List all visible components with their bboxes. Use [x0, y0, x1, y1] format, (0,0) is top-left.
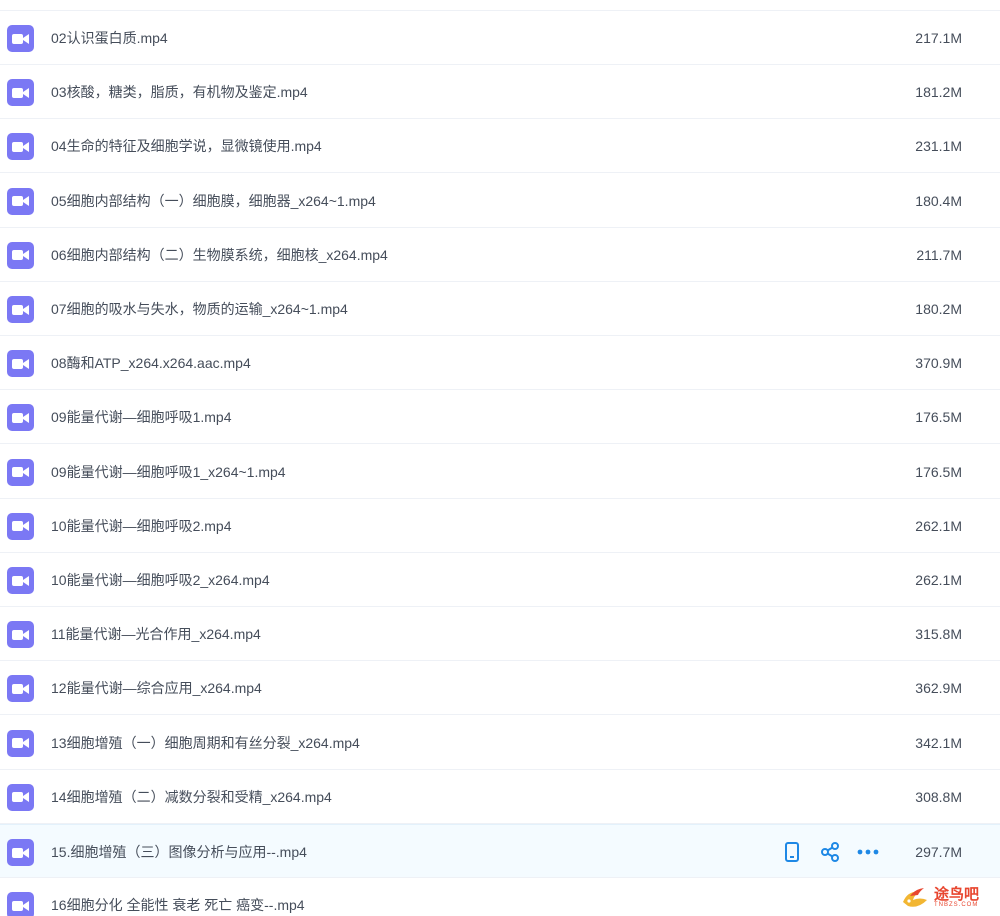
file-row[interactable]: 06细胞内部结构（二）生物膜系统，细胞核_x264.mp4 211.7M — [0, 228, 1000, 282]
file-size: 217.1M — [915, 30, 962, 46]
video-file-icon[interactable] — [7, 458, 34, 486]
file-row[interactable]: 07细胞的吸水与失水，物质的运输_x264~1.mp4 180.2M — [0, 282, 1000, 336]
file-row[interactable]: 14细胞增殖（二）减数分裂和受精_x264.mp4 308.8M — [0, 770, 1000, 824]
watermark-text: 途鸟吧 — [934, 885, 980, 903]
video-file-icon[interactable] — [7, 675, 34, 703]
file-size: 297.7M — [915, 844, 962, 860]
file-row[interactable]: 02认识蛋白质.mp4 217.1M — [0, 11, 1000, 65]
video-file-icon[interactable] — [7, 404, 34, 432]
file-size: 231.1M — [915, 138, 962, 155]
file-name[interactable]: 09能量代谢—细胞呼吸1.mp4 — [51, 390, 231, 444]
file-size: 176.5M — [915, 463, 962, 480]
watermark-logo: 途鸟吧 TNBZS.COM — [900, 878, 1000, 916]
file-size: 181.2M — [915, 84, 962, 101]
file-row[interactable]: 12能量代谢—综合应用_x264.mp4 362.9M — [0, 661, 1000, 716]
video-file-icon[interactable] — [7, 783, 34, 811]
phone-icon[interactable] — [780, 840, 804, 864]
video-file-icon[interactable] — [7, 25, 34, 52]
video-file-icon[interactable] — [7, 296, 34, 323]
file-name[interactable]: 06细胞内部结构（二）生物膜系统，细胞核_x264.mp4 — [51, 228, 388, 282]
file-name[interactable]: 14细胞增殖（二）减数分裂和受精_x264.mp4 — [51, 770, 332, 824]
watermark-subtext: TNBZS.COM — [934, 901, 979, 908]
file-name[interactable]: 03核酸，糖类，脂质，有机物及鉴定.mp4 — [51, 65, 308, 119]
file-name[interactable]: 13细胞增殖（一）细胞周期和有丝分裂_x264.mp4 — [51, 716, 360, 770]
file-name[interactable]: 05细胞内部结构（一）细胞膜，细胞器_x264~1.mp4 — [51, 174, 376, 228]
file-row[interactable]: 09能量代谢—细胞呼吸1_x264~1.mp4 176.5M — [0, 445, 1000, 499]
file-size: 180.2M — [915, 301, 962, 317]
file-name[interactable]: 11能量代谢—光合作用_x264.mp4 — [51, 607, 261, 661]
file-size: 211.7M — [916, 246, 962, 263]
file-list: 02认识蛋白质.mp4 217.1M 03核酸，糖类，脂质，有机物及鉴定.mp4… — [0, 0, 1000, 916]
file-row[interactable]: 04生命的特征及细胞学说，显微镜使用.mp4 231.1M — [0, 119, 1000, 174]
file-size: 262.1M — [915, 572, 962, 588]
file-row[interactable]: 13细胞增殖（一）细胞周期和有丝分裂_x264.mp4 342.1M — [0, 716, 1000, 770]
file-name[interactable]: 02认识蛋白质.mp4 — [51, 11, 168, 65]
video-file-icon[interactable] — [7, 79, 34, 107]
file-row[interactable]: 05细胞内部结构（一）细胞膜，细胞器_x264~1.mp4 180.4M — [0, 174, 1000, 228]
file-name[interactable]: 09能量代谢—细胞呼吸1_x264~1.mp4 — [51, 445, 286, 499]
file-size: 176.5M — [915, 409, 962, 426]
file-size: 180.4M — [915, 192, 962, 209]
file-size: 342.1M — [915, 734, 962, 751]
video-file-icon[interactable] — [7, 512, 34, 540]
file-size: 362.9M — [915, 680, 962, 697]
file-name[interactable]: 08酶和ATP_x264.x264.aac.mp4 — [51, 336, 251, 390]
file-row[interactable]: 11能量代谢—光合作用_x264.mp4 315.8M — [0, 607, 1000, 662]
bird-logo-icon — [903, 888, 927, 907]
file-row[interactable]: 09能量代谢—细胞呼吸1.mp4 176.5M — [0, 390, 1000, 445]
video-file-icon[interactable] — [7, 350, 34, 378]
file-name[interactable]: 10能量代谢—细胞呼吸2_x264.mp4 — [51, 553, 270, 607]
video-file-icon[interactable] — [7, 892, 34, 916]
file-row[interactable]: 03核酸，糖类，脂质，有机物及鉴定.mp4 181.2M — [0, 65, 1000, 120]
video-file-icon[interactable] — [7, 241, 34, 269]
file-name[interactable]: 15.细胞增殖（三）图像分析与应用--.mp4 — [51, 825, 307, 879]
file-size: 370.9M — [915, 355, 962, 372]
file-row[interactable]: 10能量代谢—细胞呼吸2_x264.mp4 262.1M — [0, 553, 1000, 607]
video-file-icon[interactable] — [7, 133, 34, 161]
file-row[interactable]: 08酶和ATP_x264.x264.aac.mp4 370.9M — [0, 336, 1000, 391]
file-size: 262.1M — [915, 517, 962, 534]
file-row[interactable]: 15.细胞增殖（三）图像分析与应用--.mp4 297.7M — [0, 824, 1000, 878]
more-icon[interactable] — [856, 840, 880, 864]
file-name[interactable]: 10能量代谢—细胞呼吸2.mp4 — [51, 499, 231, 553]
video-file-icon[interactable] — [7, 729, 34, 757]
file-name[interactable]: 12能量代谢—综合应用_x264.mp4 — [51, 661, 262, 715]
file-size: 315.8M — [915, 626, 962, 643]
video-file-icon[interactable] — [7, 187, 34, 215]
row-actions — [780, 840, 880, 864]
video-file-icon[interactable] — [7, 839, 34, 866]
file-name[interactable]: 16细胞分化 全能性 衰老 死亡 癌变--.mp4 — [51, 878, 305, 916]
share-icon[interactable] — [818, 840, 842, 864]
video-file-icon[interactable] — [7, 621, 34, 649]
file-name[interactable]: 04生命的特征及细胞学说，显微镜使用.mp4 — [51, 119, 322, 173]
file-row[interactable]: 16细胞分化 全能性 衰老 死亡 癌变--.mp4 — [0, 878, 1000, 916]
file-size: 308.8M — [915, 788, 962, 805]
file-row[interactable]: 10能量代谢—细胞呼吸2.mp4 262.1M — [0, 499, 1000, 553]
file-name[interactable]: 07细胞的吸水与失水，物质的运输_x264~1.mp4 — [51, 282, 348, 336]
video-file-icon[interactable] — [7, 567, 34, 594]
